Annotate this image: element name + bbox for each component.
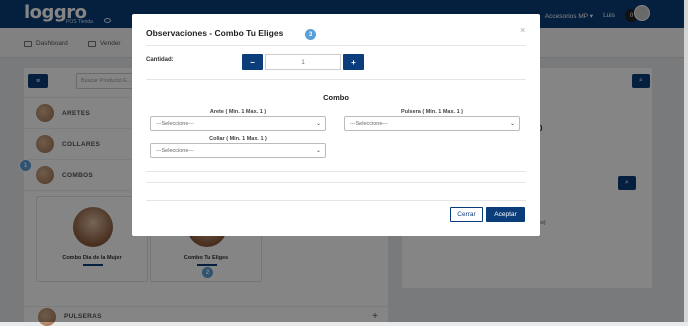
chevron-down-icon: ⌄	[315, 148, 321, 154]
modal-title: Observaciones - Combo Tu Eliges	[146, 28, 284, 38]
divider	[146, 182, 526, 183]
divider	[146, 171, 526, 172]
tour-step-3[interactable]: 3	[304, 28, 317, 41]
arete-select[interactable]: ---Seleccione--- ⌄	[150, 116, 326, 131]
collar-label: Collar ( Min. 1 Max. 1 )	[209, 136, 267, 142]
pulsera-select[interactable]: ---Seleccione--- ⌄	[344, 116, 520, 131]
quantity-input[interactable]: 1	[265, 54, 341, 70]
divider	[146, 45, 526, 46]
accept-button[interactable]: Aceptar	[486, 207, 525, 222]
close-icon[interactable]: ×	[520, 25, 525, 35]
divider	[146, 200, 526, 201]
combo-section-title: Combo	[323, 93, 349, 102]
quantity-decrement-button[interactable]: −	[242, 54, 263, 70]
chevron-down-icon: ⌄	[315, 121, 321, 127]
pulsera-label: Pulsera ( Min. 1 Max. 1 )	[400, 109, 464, 115]
close-button[interactable]: Cerrar	[450, 207, 483, 222]
quantity-label: Cantidad:	[146, 57, 174, 63]
observations-modal: Observaciones - Combo Tu Eliges × 3 Cant…	[132, 14, 540, 236]
quantity-increment-button[interactable]: +	[343, 54, 364, 70]
page-scrollbar[interactable]	[684, 0, 688, 322]
chevron-down-icon: ⌄	[509, 121, 515, 127]
collar-select[interactable]: ---Seleccione--- ⌄	[150, 143, 326, 158]
arete-label: Arete ( Min. 1 Max. 1 )	[209, 109, 267, 115]
divider	[146, 79, 526, 80]
